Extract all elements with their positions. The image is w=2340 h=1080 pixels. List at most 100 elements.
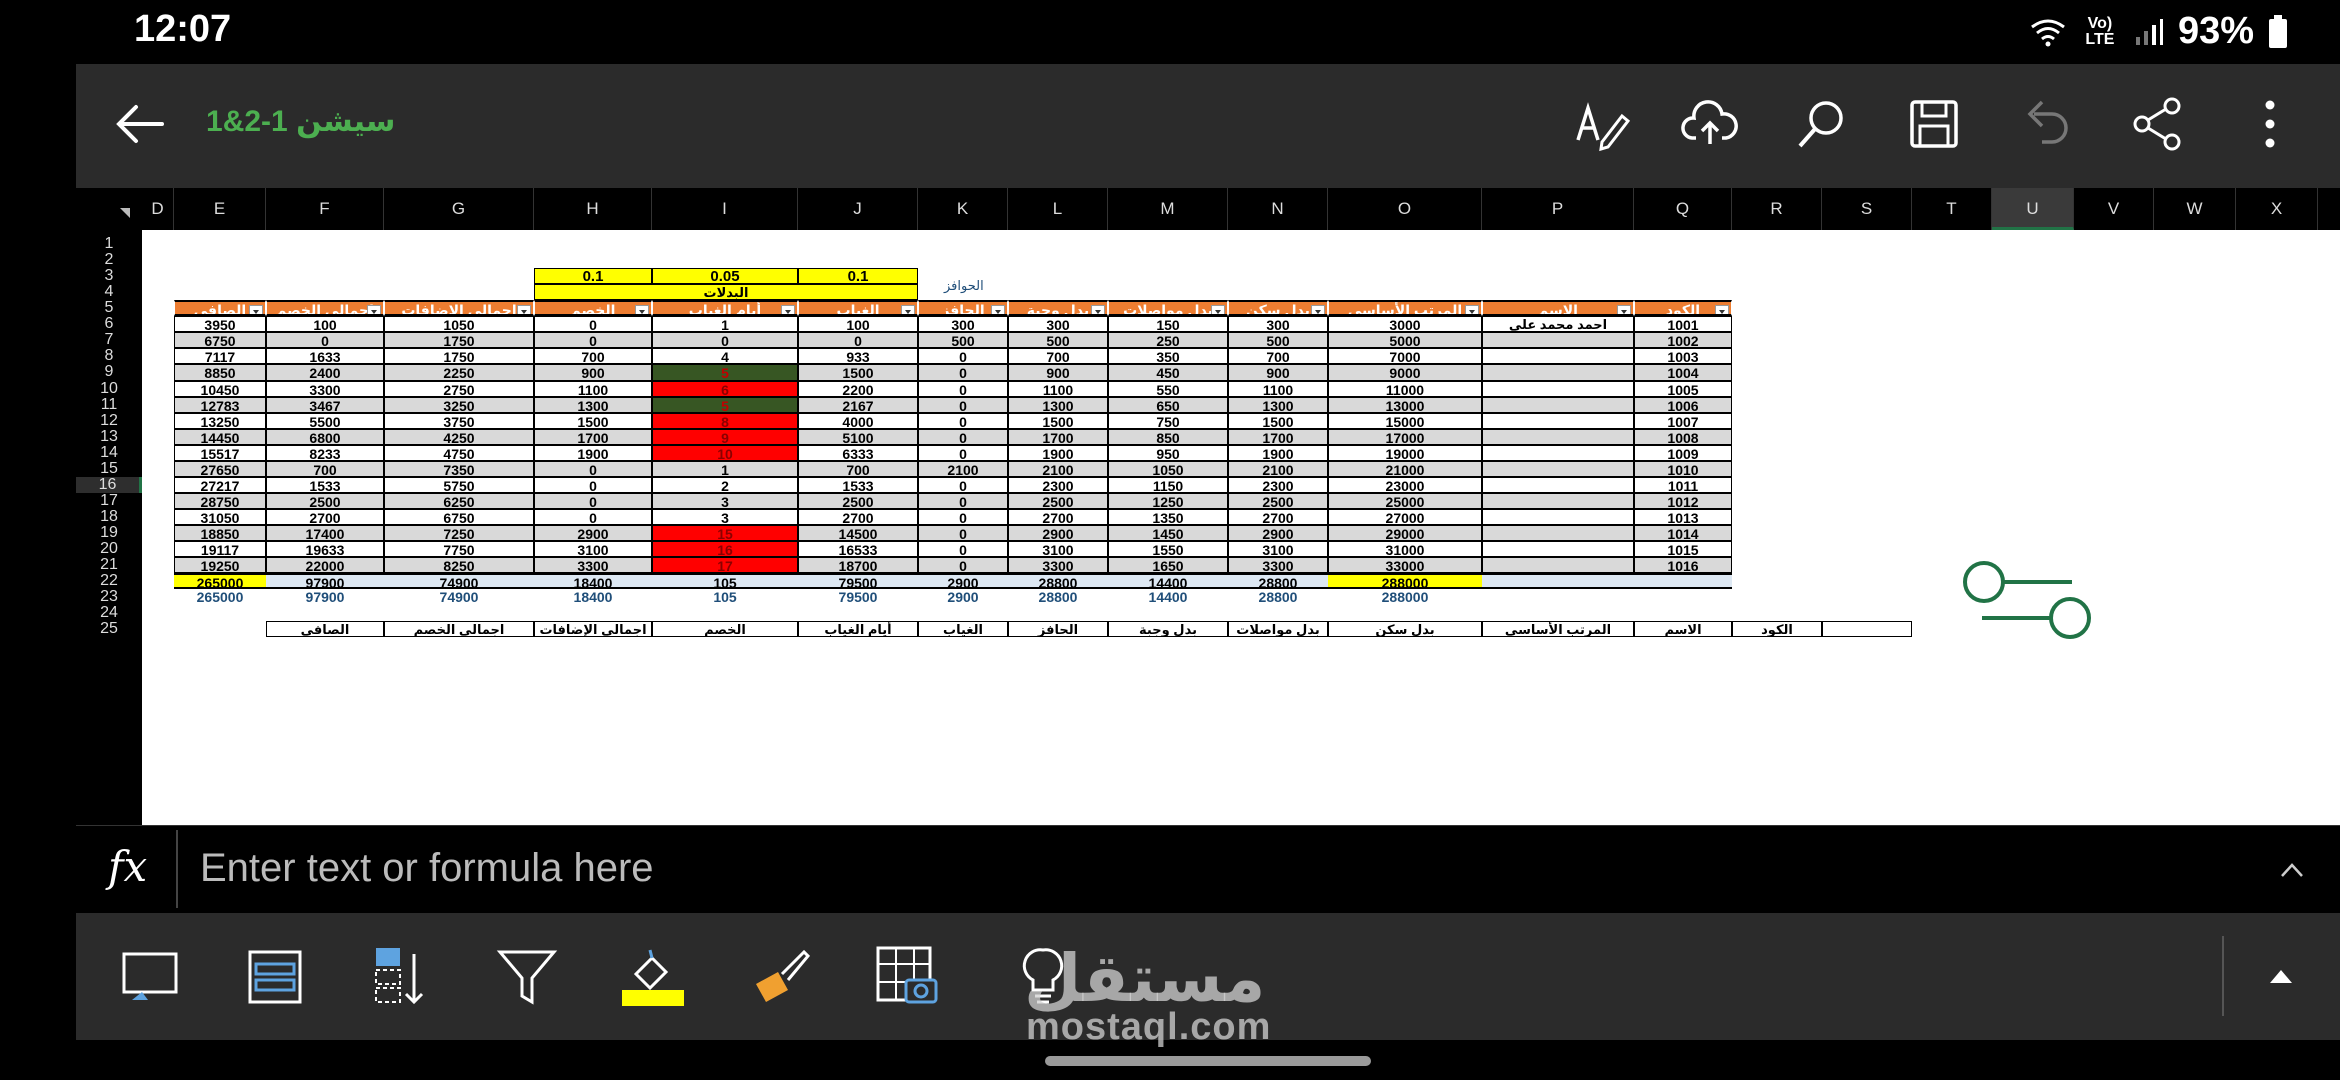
table-cell[interactable]: 1900: [1228, 444, 1328, 461]
row-header-13[interactable]: 13: [76, 428, 142, 445]
secondary-header-empty[interactable]: [1822, 621, 1912, 638]
table-cell[interactable]: 3100: [534, 541, 652, 558]
secondary-header-cell[interactable]: بدل وجبة: [1108, 621, 1228, 638]
table-cell[interactable]: 2700: [798, 509, 918, 526]
table-cell[interactable]: 1500: [534, 412, 652, 429]
row-header-18[interactable]: 18: [76, 508, 142, 526]
table-cell[interactable]: 933: [798, 348, 918, 365]
subtotal-cell[interactable]: 265000: [174, 589, 266, 605]
table-cell[interactable]: 3000: [1328, 316, 1482, 333]
table-cell[interactable]: 8233: [266, 444, 384, 461]
table-cell[interactable]: 2100: [1228, 460, 1328, 477]
share-icon[interactable]: [2128, 94, 2188, 154]
table-cell[interactable]: 3100: [1228, 541, 1328, 558]
secondary-header-cell[interactable]: الاسم: [1634, 621, 1732, 638]
table-cell[interactable]: 950: [1108, 444, 1228, 461]
table-cell[interactable]: 0: [918, 476, 1008, 493]
column-header-v[interactable]: V: [2074, 188, 2154, 230]
table-cell[interactable]: 19117: [174, 541, 266, 558]
table-cell[interactable]: 1650: [1108, 557, 1228, 574]
row-header-6[interactable]: 6: [76, 316, 142, 333]
draw-icon[interactable]: [1572, 94, 1632, 154]
table-cell[interactable]: 7000: [1328, 348, 1482, 365]
table-cell[interactable]: [1482, 492, 1634, 509]
filter-dropdown-icon[interactable]: [1617, 305, 1631, 315]
row-header-23[interactable]: 23: [76, 589, 142, 606]
sort-icon[interactable]: [368, 944, 434, 1010]
subtotal-cell[interactable]: [1634, 589, 1732, 605]
table-cell[interactable]: 2100: [918, 460, 1008, 477]
table-cell[interactable]: [1482, 428, 1634, 445]
column-header-f[interactable]: F: [266, 188, 384, 230]
secondary-header-cell[interactable]: اجمالي الخصم: [384, 621, 534, 638]
format-painter-icon[interactable]: [748, 944, 814, 1010]
subtotal-cell[interactable]: 79500: [798, 589, 918, 605]
secondary-header-cell[interactable]: الخصم: [652, 621, 798, 638]
table-cell[interactable]: 1500: [798, 364, 918, 381]
filter-dropdown-icon[interactable]: [781, 305, 795, 315]
table-cell[interactable]: 0: [534, 492, 652, 509]
row-header-2[interactable]: 2: [76, 251, 142, 269]
table-camera-icon[interactable]: [874, 944, 940, 1010]
table-cell[interactable]: 3300: [266, 380, 384, 397]
table-cell[interactable]: 350: [1108, 348, 1228, 365]
table-header-cell[interactable]: أيام الغياب: [652, 300, 798, 317]
table-cell[interactable]: 19250: [174, 557, 266, 574]
table-cell[interactable]: 5750: [384, 476, 534, 493]
table-cell[interactable]: 0: [652, 332, 798, 349]
table-cell[interactable]: [1482, 332, 1634, 349]
total-cell[interactable]: 288000: [1328, 573, 1482, 590]
column-header-k[interactable]: K: [918, 188, 1008, 230]
table-cell[interactable]: 3300: [1008, 557, 1108, 574]
table-cell[interactable]: 2500: [1008, 492, 1108, 509]
table-cell[interactable]: 15000: [1328, 412, 1482, 429]
secondary-header-cell[interactable]: بدل سكن: [1328, 621, 1482, 638]
table-header-cell[interactable]: اجمالي الخصم: [266, 300, 384, 317]
table-cell[interactable]: 0: [918, 541, 1008, 558]
table-cell[interactable]: 31050: [174, 509, 266, 526]
table-cell[interactable]: [1482, 396, 1634, 413]
table-cell[interactable]: 650: [1108, 396, 1228, 413]
table-cell[interactable]: 1900: [534, 444, 652, 461]
table-cell[interactable]: 5500: [266, 412, 384, 429]
search-icon[interactable]: [1792, 94, 1852, 154]
row-header-22[interactable]: 22: [76, 573, 142, 590]
table-cell[interactable]: 2167: [798, 396, 918, 413]
table-cell[interactable]: 1014: [1634, 525, 1732, 542]
table-cell[interactable]: 7117: [174, 348, 266, 365]
table-cell[interactable]: 1500: [1228, 412, 1328, 429]
table-cell[interactable]: [1482, 460, 1634, 477]
table-cell[interactable]: 0: [918, 492, 1008, 509]
table-cell[interactable]: 2750: [384, 380, 534, 397]
column-header-o[interactable]: O: [1328, 188, 1482, 230]
table-cell[interactable]: 700: [798, 460, 918, 477]
table-cell[interactable]: [1482, 412, 1634, 429]
table-cell[interactable]: 6250: [384, 492, 534, 509]
table-cell[interactable]: 1300: [534, 396, 652, 413]
filter-dropdown-icon[interactable]: [901, 305, 915, 315]
subtotal-cell[interactable]: 28800: [1008, 589, 1108, 605]
table-cell[interactable]: 0: [266, 332, 384, 349]
table-cell[interactable]: 19633: [266, 541, 384, 558]
table-cell[interactable]: 1450: [1108, 525, 1228, 542]
table-header-cell[interactable]: الغياب: [798, 300, 918, 317]
table-cell[interactable]: 0: [918, 364, 1008, 381]
table-cell[interactable]: 750: [1108, 412, 1228, 429]
filter-dropdown-icon[interactable]: [1311, 305, 1325, 315]
column-header-l[interactable]: L: [1008, 188, 1108, 230]
table-cell[interactable]: 1015: [1634, 541, 1732, 558]
table-cell[interactable]: 2900: [1008, 525, 1108, 542]
table-cell[interactable]: 1100: [1228, 380, 1328, 397]
table-cell[interactable]: 15517: [174, 444, 266, 461]
row-header-20[interactable]: 20: [76, 541, 142, 558]
table-cell[interactable]: 2900: [534, 525, 652, 542]
table-header-cell[interactable]: الحافز: [918, 300, 1008, 317]
table-cell[interactable]: 1006: [1634, 396, 1732, 413]
table-header-cell[interactable]: بدل وجبة: [1008, 300, 1108, 317]
row-header-24[interactable]: 24: [76, 605, 142, 622]
table-cell[interactable]: 550: [1108, 380, 1228, 397]
table-cell[interactable]: 500: [918, 332, 1008, 349]
table-cell[interactable]: 7250: [384, 525, 534, 542]
total-cell[interactable]: 74900: [384, 573, 534, 590]
filter-dropdown-icon[interactable]: [1091, 305, 1105, 315]
